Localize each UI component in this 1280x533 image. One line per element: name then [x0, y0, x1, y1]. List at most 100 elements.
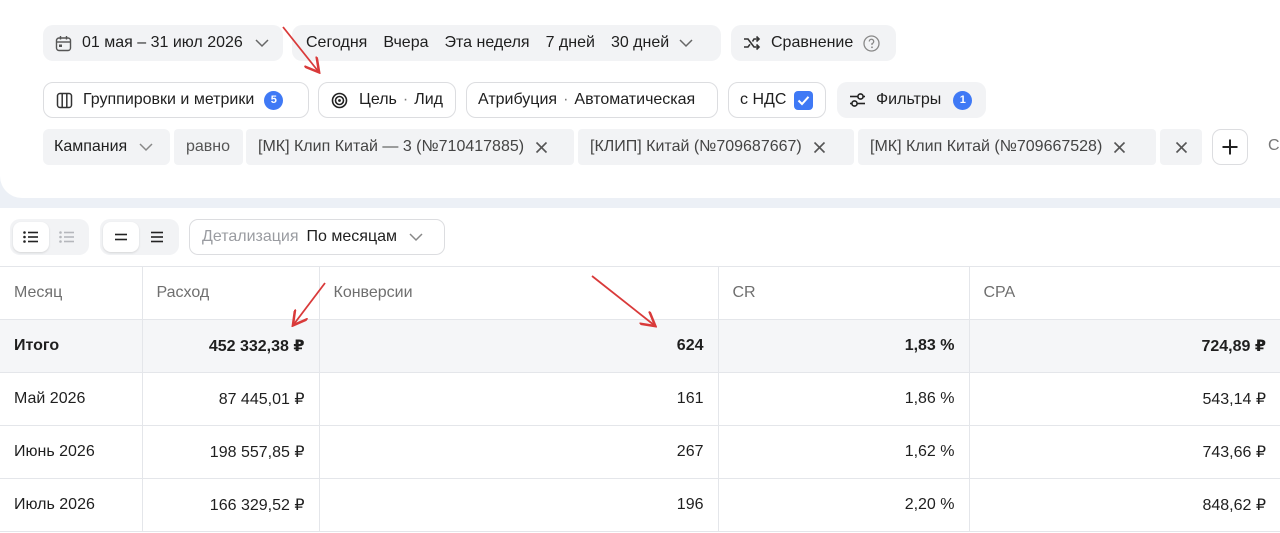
cell-spend: 166 329,52 ₽	[141, 478, 320, 532]
row-density-toggle	[100, 219, 179, 255]
total-spend: 452 332,38 ₽	[141, 319, 320, 373]
filter-value-label: [МК] Клип Китай — 3 (№710417885)	[258, 138, 525, 155]
add-filter-button[interactable]	[1212, 129, 1248, 165]
list-indent-icon	[59, 231, 74, 243]
detail-label: Детализация	[202, 228, 299, 245]
help-icon[interactable]	[863, 34, 880, 52]
vat-label: с НДС	[740, 91, 787, 108]
cell-conversions: 161	[318, 372, 719, 426]
date-presets: Сегодня Вчера Эта неделя 7 дней 30 дней	[292, 25, 721, 61]
filters-label: Фильтры	[876, 91, 942, 108]
attribution-value: Автоматическая	[574, 91, 696, 108]
filter-value-label: [МК] Клип Китай (№709667528)	[870, 138, 1103, 155]
menu-lines-icon	[151, 231, 163, 243]
close-icon[interactable]	[813, 141, 826, 154]
cell-month: Июль 2026	[0, 478, 143, 532]
cell-cr: 1,86 %	[717, 372, 970, 426]
tree-view-button[interactable]	[49, 222, 85, 252]
total-row: Итого 452 332,38 ₽ 624 1,83 % 724,89 ₽	[0, 319, 1280, 373]
filter-operator-label: равно	[186, 138, 231, 155]
overflow-text: С	[1268, 137, 1280, 154]
close-icon[interactable]	[535, 141, 548, 154]
filters-button[interactable]: Фильтры 1	[837, 82, 986, 118]
cell-cpa: 543,14 ₽	[968, 372, 1280, 426]
chevron-down-icon	[409, 232, 423, 242]
close-icon	[1175, 141, 1188, 154]
goal-selector[interactable]: Цель · Лид	[318, 82, 456, 118]
report-table-section: Детализация По месяцам Месяц Расход Конв…	[0, 208, 1280, 533]
plus-icon	[1221, 138, 1239, 156]
total-cr: 1,83 %	[717, 319, 970, 373]
filter-field-selector[interactable]: Кампания	[43, 129, 170, 165]
cell-conversions: 267	[318, 425, 719, 479]
chevron-down-icon[interactable]	[679, 38, 693, 48]
vat-toggle[interactable]: с НДС	[728, 82, 826, 118]
compare-button[interactable]: Сравнение	[731, 25, 896, 61]
goal-label: Цель	[359, 91, 397, 108]
filter-value-label: [КЛИП] Китай (№709687667)	[590, 138, 802, 155]
close-icon[interactable]	[1113, 141, 1126, 154]
total-label: Итого	[0, 319, 143, 373]
view-mode-toggle	[10, 219, 89, 255]
column-header-cr[interactable]: CR	[717, 266, 970, 320]
equals-icon	[115, 233, 127, 241]
report-table: Месяц Расход Конверсии CR CPA Итого 452 …	[0, 266, 1280, 532]
list-icon	[23, 231, 38, 243]
columns-icon	[56, 92, 73, 109]
cell-spend: 198 557,85 ₽	[141, 425, 320, 479]
column-header-cpa[interactable]: CPA	[968, 266, 1280, 320]
chevron-down-icon	[255, 38, 269, 48]
cell-spend: 87 445,01 ₽	[141, 372, 320, 426]
density-comfortable-button[interactable]	[139, 222, 175, 252]
filter-value-chip: [МК] Клип Китай (№709667528)	[858, 129, 1156, 165]
compare-label: Сравнение	[771, 34, 854, 51]
detail-level-select[interactable]: Детализация По месяцам	[189, 219, 445, 255]
list-view-button[interactable]	[13, 222, 49, 252]
column-header-month[interactable]: Месяц	[0, 266, 143, 320]
chevron-down-icon	[139, 142, 153, 152]
groupings-label: Группировки и метрики	[83, 91, 255, 108]
cell-month: Июнь 2026	[0, 425, 143, 479]
table-row: Июнь 2026 198 557,85 ₽ 267 1,62 % 743,66…	[0, 425, 1280, 479]
sliders-icon	[849, 92, 866, 108]
shuffle-icon	[743, 35, 761, 51]
preset-7-days[interactable]: 7 дней	[538, 34, 603, 52]
date-range-label: 01 мая – 31 июл 2026	[82, 34, 243, 51]
preset-today[interactable]: Сегодня	[298, 34, 375, 52]
date-range-picker[interactable]: 01 мая – 31 июл 2026	[43, 25, 283, 61]
checkmark-icon	[798, 95, 810, 105]
attribution-label: Атрибуция	[478, 91, 558, 108]
groupings-metrics-button[interactable]: Группировки и метрики 5	[43, 82, 309, 118]
cell-month: Май 2026	[0, 372, 143, 426]
clear-filter-button[interactable]	[1160, 129, 1202, 165]
cell-cr: 1,62 %	[717, 425, 970, 479]
filter-field-label: Кампания	[54, 138, 128, 155]
column-header-conversions[interactable]: Конверсии	[318, 266, 719, 320]
preset-30-days[interactable]: 30 дней	[603, 34, 677, 52]
detail-value: По месяцам	[306, 228, 397, 245]
cell-cpa: 848,62 ₽	[968, 478, 1280, 532]
density-compact-button[interactable]	[103, 222, 139, 252]
filters-count-badge: 1	[953, 90, 973, 110]
preset-yesterday[interactable]: Вчера	[375, 34, 436, 52]
table-row: Май 2026 87 445,01 ₽ 161 1,86 % 543,14 ₽	[0, 372, 1280, 426]
vat-checkbox[interactable]	[794, 90, 814, 110]
target-icon	[331, 92, 348, 109]
calendar-icon	[55, 35, 72, 52]
filter-value-chip: [МК] Клип Китай — 3 (№710417885)	[246, 129, 574, 165]
report-settings-panel: 01 мая – 31 июл 2026 Сегодня Вчера Эта н…	[0, 0, 1280, 198]
total-conversions: 624	[318, 319, 719, 373]
preset-this-week[interactable]: Эта неделя	[437, 34, 538, 52]
cell-cr: 2,20 %	[717, 478, 970, 532]
filter-operator[interactable]: равно	[174, 129, 243, 165]
table-header-row: Месяц Расход Конверсии CR CPA	[0, 266, 1280, 320]
groupings-count-badge: 5	[264, 90, 284, 110]
attribution-selector[interactable]: Атрибуция · Автоматическая	[466, 82, 718, 118]
column-header-spend[interactable]: Расход	[141, 266, 320, 320]
cell-conversions: 196	[318, 478, 719, 532]
total-cpa: 724,89 ₽	[968, 319, 1280, 373]
filter-value-chip: [КЛИП] Китай (№709687667)	[578, 129, 854, 165]
goal-value: Лид	[414, 91, 443, 108]
cell-cpa: 743,66 ₽	[968, 425, 1280, 479]
table-row: Июль 2026 166 329,52 ₽ 196 2,20 % 848,62…	[0, 478, 1280, 532]
